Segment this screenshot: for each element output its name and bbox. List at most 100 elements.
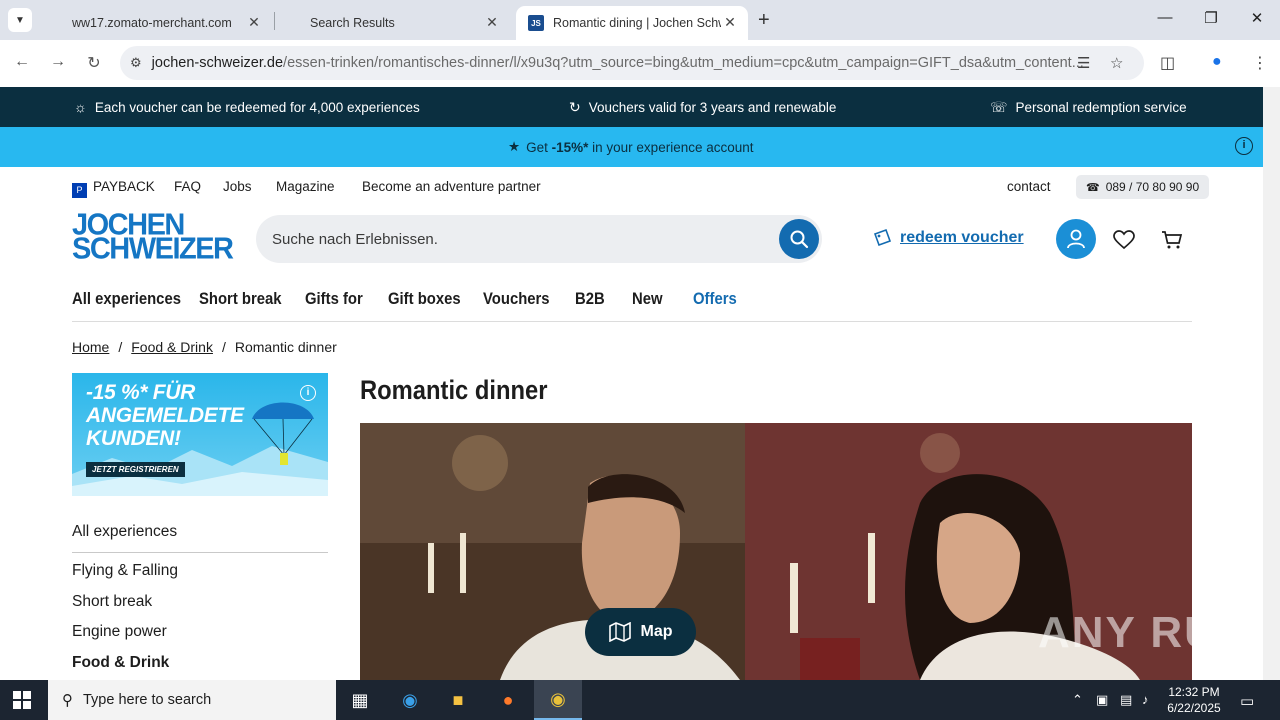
nav-b2b[interactable]: B2B [575,290,605,309]
sidebar-item-food-drink[interactable]: Food & Drink [72,654,169,672]
contact-link[interactable]: contact [1007,179,1051,194]
close-icon[interactable]: ✕ [722,14,738,31]
back-icon[interactable]: ← [12,53,32,71]
menu-dots-icon[interactable]: ⋮ [1252,53,1268,73]
search-box [256,215,822,263]
nav-gift-boxes[interactable]: Gift boxes [388,290,461,309]
nav-gifts-for[interactable]: Gifts for [305,290,363,309]
close-icon[interactable]: ✕ [484,14,500,31]
phone-link[interactable]: ☎ 089 / 70 80 90 90 [1076,175,1210,199]
info-icon[interactable]: i [1235,137,1253,155]
firefox-icon[interactable]: ● [484,680,532,720]
address-bar[interactable]: ⚙ jochen-schweizer.de/essen-trinken/roma… [120,46,1144,80]
search-input[interactable] [272,227,752,251]
chrome-icon[interactable]: ◉ [534,680,582,720]
nav-all-experiences[interactable]: All experiences [72,290,181,309]
clock-time: 12:32 PM [1168,685,1220,699]
jobs-link[interactable]: Jobs [223,179,252,194]
page-title: Romantic dinner [360,375,548,405]
map-button[interactable]: Map [585,608,696,656]
notifications-icon[interactable]: ▭ [1240,692,1254,710]
ticket-icon [873,228,892,247]
payback-label: PAYBACK [93,179,155,194]
user-icon [1067,229,1085,249]
close-window-icon[interactable]: ✕ [1247,9,1267,27]
banner-line-1: -15 %* FÜR [86,381,196,404]
extensions-icon[interactable]: ◫ [1160,53,1175,73]
jochen-schweizer-logo[interactable]: JOCHEN SCHWEIZER [72,210,234,266]
nav-short-break[interactable]: Short break [199,290,282,309]
tab-search-results[interactable]: Search Results ✕ [298,6,510,40]
tray-volume-icon[interactable]: ♪ [1142,692,1149,707]
sidebar-item-flying-falling[interactable]: Flying & Falling [72,562,178,580]
usp-service: ☏ Personal redemption service [990,99,1187,116]
banner-line-2: ANGEMELDETE [86,404,244,427]
new-tab-icon[interactable]: + [758,9,770,32]
translate-icon[interactable]: ☰ [1077,54,1090,72]
clock-date: 6/22/2025 [1167,701,1221,715]
tray-chevron-up-icon[interactable]: ⌃ [1072,692,1083,708]
restore-icon[interactable]: ❐ [1201,9,1221,27]
forward-icon[interactable]: → [48,53,68,71]
map-label: Map [640,623,673,640]
usp-voucher-experiences: ☼ Each voucher can be redeemed for 4,000… [74,99,420,115]
jochen-schweizer-favicon: JS [528,15,544,31]
redeem-label: redeem voucher [900,229,1024,246]
tab-zomato[interactable]: ww17.zomato-merchant.com ✕ [60,6,272,40]
page-scrollbar[interactable] [1263,87,1280,680]
promo-bar[interactable]: ★ Get -15%* in your experience account i [0,127,1263,167]
edge-icon[interactable]: ◉ [386,680,434,720]
partner-link[interactable]: Become an adventure partner [362,179,541,194]
sidebar-item-short-break[interactable]: Short break [72,593,152,611]
search-icon: ⚲ [62,692,73,709]
nav-vouchers[interactable]: Vouchers [483,290,550,309]
tab-search-button[interactable]: ▼ [8,8,32,32]
nav-new[interactable]: New [632,290,663,309]
bookmark-star-icon[interactable]: ☆ [1110,54,1123,72]
tray-network-icon[interactable]: ▤ [1120,692,1132,708]
breadcrumb-food-drink[interactable]: Food & Drink [131,339,213,355]
wishlist-button[interactable] [1112,228,1136,252]
lightbulb-icon: ☼ [74,99,87,115]
gift-icon: ★ [508,139,521,154]
windows-start-icon[interactable] [13,691,31,709]
tray-usb-icon[interactable]: ▣ [1096,692,1108,708]
promo-prefix: Get [526,139,552,155]
nav-offers[interactable]: Offers [693,290,737,309]
minimize-icon[interactable]: — [1155,9,1175,26]
breadcrumb-home[interactable]: Home [72,339,109,355]
breadcrumb-current: Romantic dinner [234,339,337,355]
site-info-icon[interactable]: ⚙ [130,55,142,71]
search-button[interactable] [779,219,819,259]
sidebar-item-all-experiences[interactable]: All experiences [72,523,328,553]
cart-button[interactable] [1160,228,1184,252]
sidebar-item-engine-power[interactable]: Engine power [72,623,167,641]
file-explorer-icon[interactable]: ■ [434,680,482,720]
url-domain: jochen-schweizer.de [151,55,284,71]
profile-icon[interactable]: ● [1212,53,1222,71]
taskbar-search-box[interactable]: ⚲ Type here to search [48,680,336,720]
faq-link[interactable]: FAQ [174,179,201,194]
magazine-link[interactable]: Magazine [276,179,335,194]
usp-text: Vouchers valid for 3 years and renewable [588,100,837,115]
breadcrumb-separator: / [221,339,226,355]
breadcrumb-separator: / [118,339,123,355]
registration-promo-banner[interactable]: -15 %* FÜR ANGEMELDETE KUNDEN! JETZT REG… [72,373,328,496]
cart-icon [1162,231,1183,249]
main-navigation: All experiences Short break Gifts for Gi… [72,290,1192,322]
close-icon[interactable]: ✕ [246,14,262,31]
taskbar-clock[interactable]: 12:32 PM 6/22/2025 [1160,684,1228,716]
search-icon [790,230,809,249]
info-icon[interactable]: i [300,385,316,401]
account-button[interactable] [1056,219,1096,259]
redeem-voucher-link[interactable]: redeem voucher [872,228,1024,248]
task-view-icon[interactable]: ▦ [336,680,384,720]
banner-register-button[interactable]: JETZT REGISTRIEREN [86,462,185,477]
tab-romantic-dining[interactable]: JS Romantic dining | Jochen Schweizer ✕ [516,6,748,40]
payback-link[interactable]: P PAYBACK [72,179,155,198]
logo-line-2: SCHWEIZER [72,232,234,266]
reload-icon[interactable]: ↻ [84,53,104,73]
parachute-illustration [252,402,314,465]
taskbar-search-placeholder: Type here to search [83,692,212,708]
renew-icon: ↻ [569,99,581,115]
